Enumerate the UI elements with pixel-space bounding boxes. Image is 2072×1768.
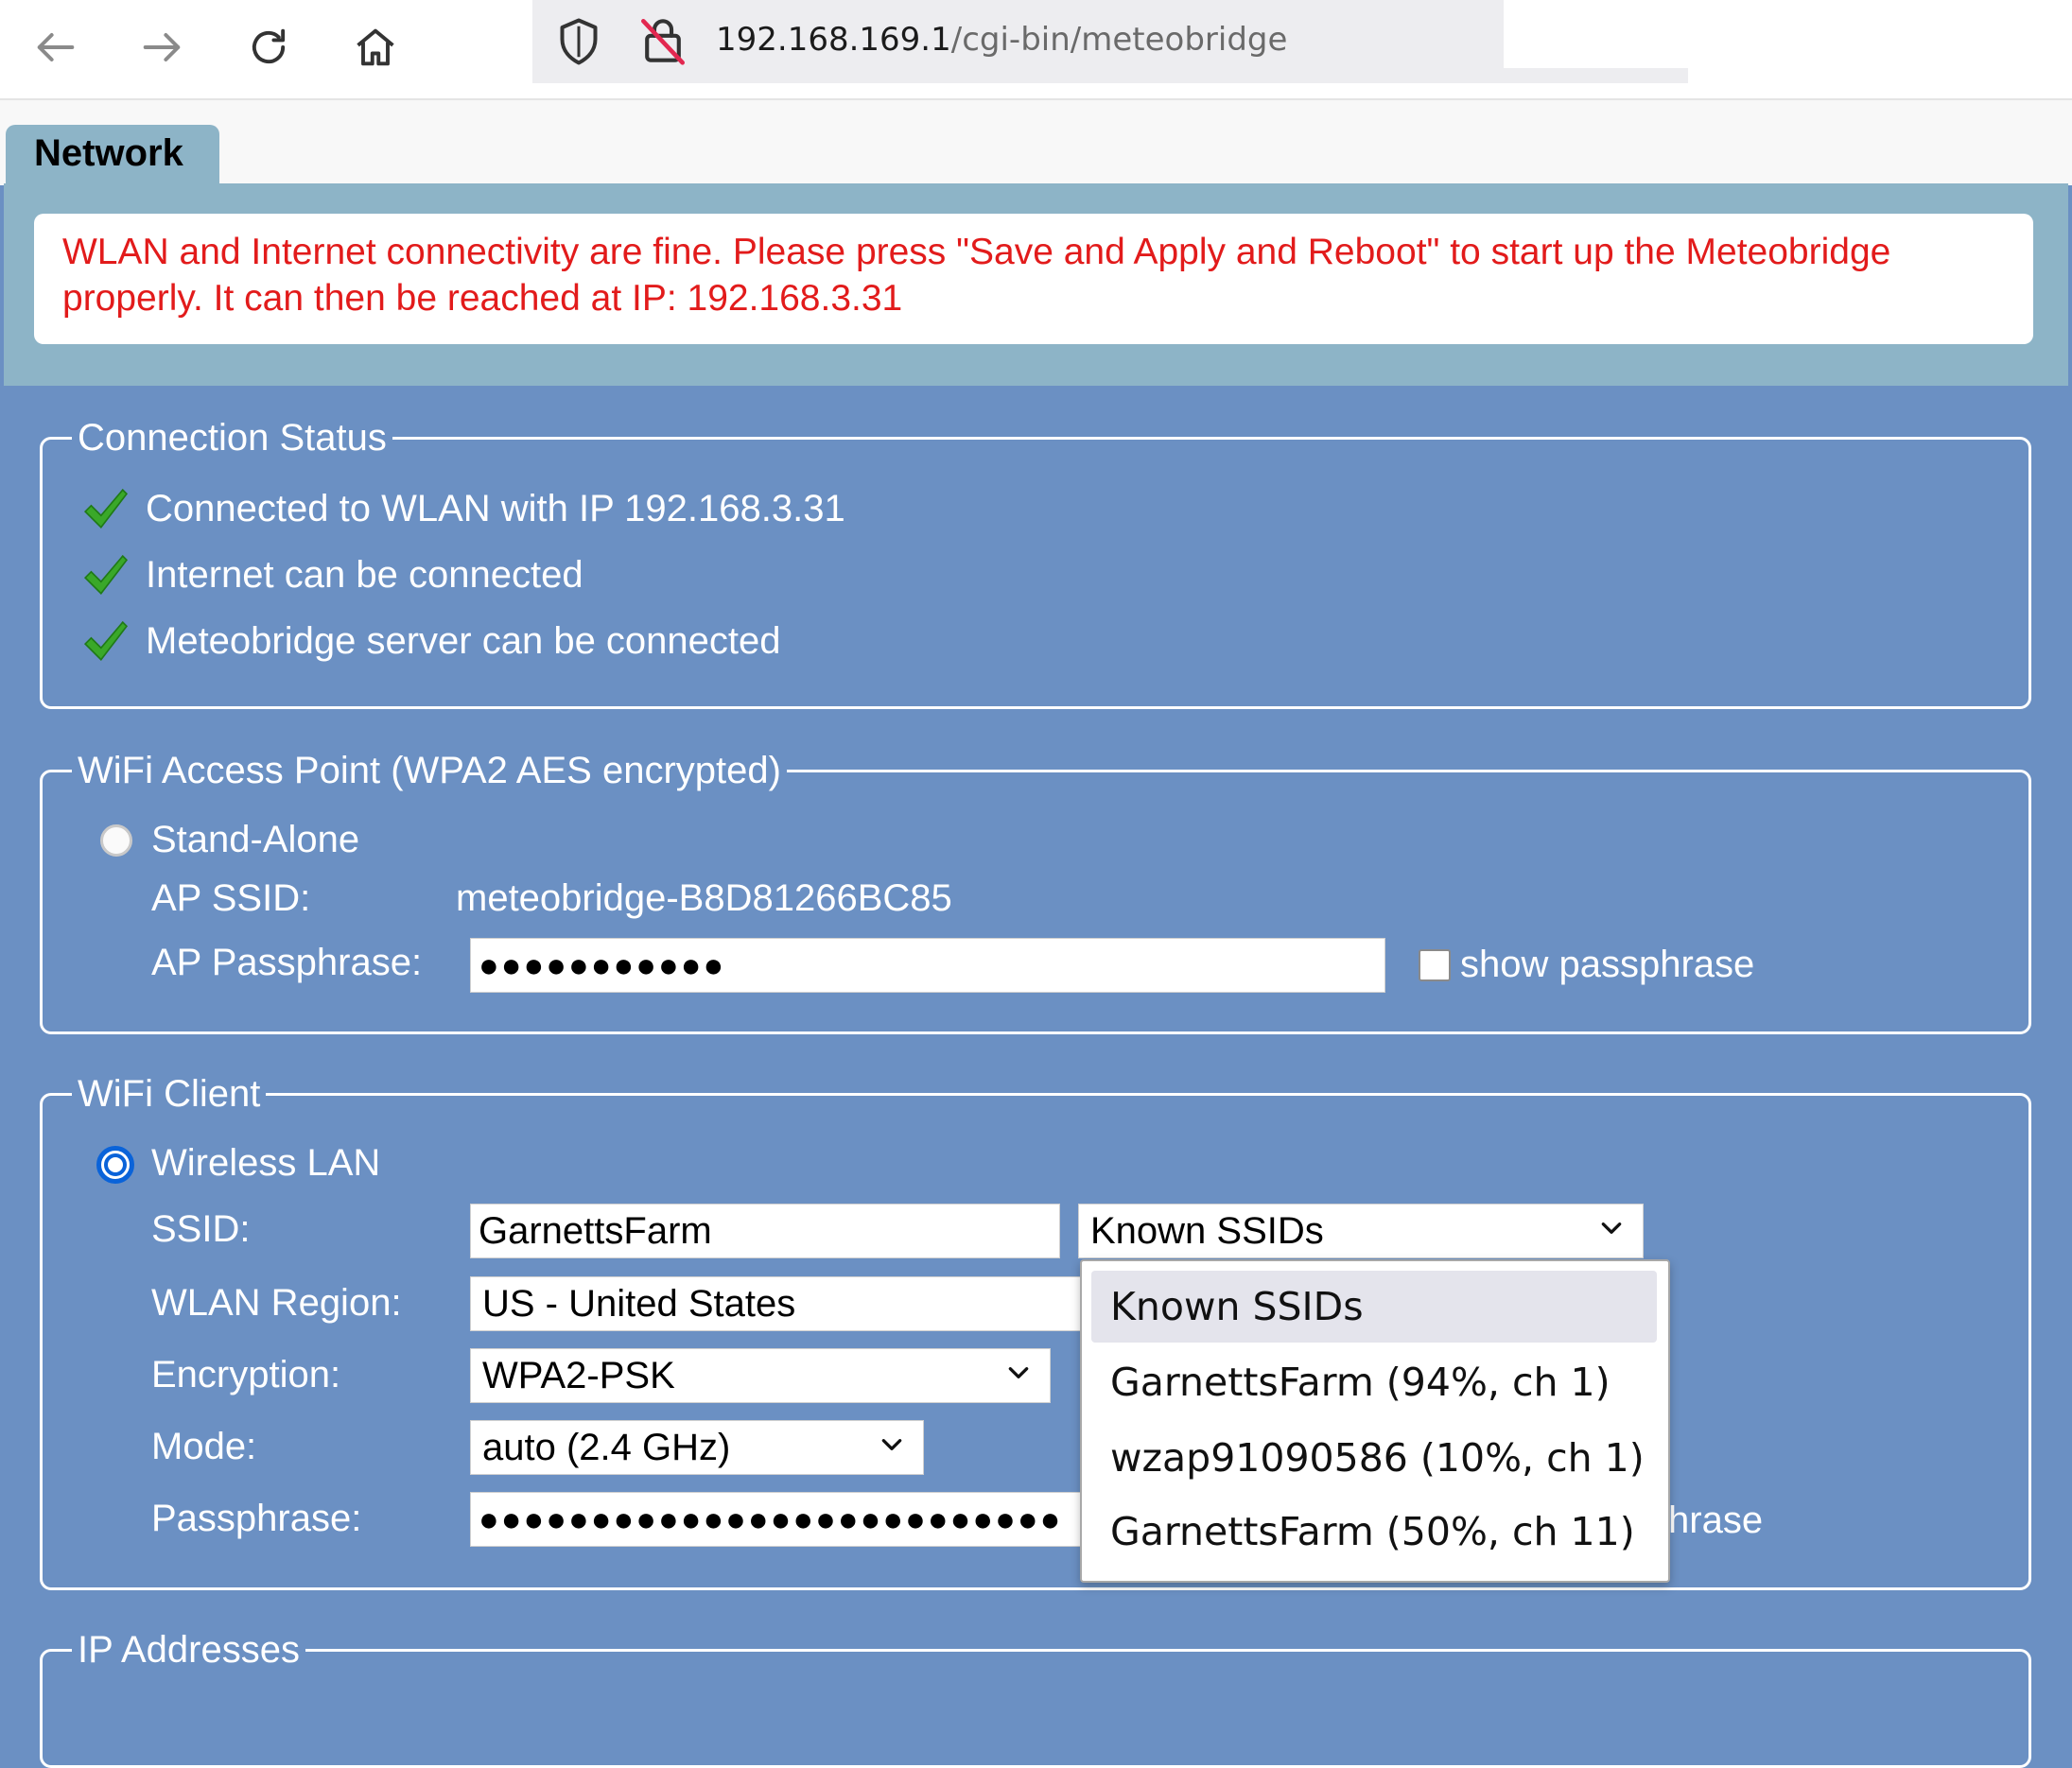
encryption-value: WPA2-PSK bbox=[482, 1354, 675, 1396]
known-ssids-select[interactable]: Known SSIDs bbox=[1078, 1204, 1644, 1258]
reload-icon[interactable] bbox=[230, 13, 307, 81]
ap-passphrase-input[interactable]: ●●●●●●●●●●● bbox=[470, 938, 1385, 993]
ap-ssid-label: AP SSID: bbox=[151, 877, 311, 919]
ip-addresses-legend: IP Addresses bbox=[72, 1628, 305, 1672]
status-item: Connected to WLAN with IP 192.168.3.31 bbox=[146, 488, 845, 529]
ip-addresses-fieldset bbox=[40, 1649, 2031, 1768]
wlan-region-value: US - United States bbox=[482, 1282, 796, 1325]
url-host: 192.168.169.1 bbox=[716, 21, 951, 59]
checkmark-icon bbox=[81, 618, 129, 666]
wlan-region-select[interactable]: US - United States bbox=[470, 1276, 1094, 1331]
alert-message: WLAN and Internet connectivity are fine.… bbox=[62, 232, 1891, 319]
ap-ssid-value: meteobridge-B8D81266BC85 bbox=[456, 877, 952, 919]
ssid-value: GarnettsFarm bbox=[479, 1209, 712, 1252]
ap-passphrase-dots: ●●●●●●●●●●● bbox=[479, 945, 726, 984]
encryption-select[interactable]: WPA2-PSK bbox=[470, 1348, 1051, 1403]
shield-icon[interactable] bbox=[550, 13, 607, 70]
dropdown-option[interactable]: wzap91090586 (10%, ch 1) bbox=[1091, 1422, 1657, 1494]
show-passphrase-label: hrase bbox=[1668, 1499, 1764, 1541]
access-point-legend: WiFi Access Point (WPA2 AES encrypted) bbox=[72, 749, 787, 792]
wifi-client-legend: WiFi Client bbox=[72, 1072, 267, 1116]
access-point-fieldset bbox=[40, 770, 2031, 1034]
standalone-label: Stand-Alone bbox=[151, 819, 360, 860]
status-item: Internet can be connected bbox=[146, 554, 583, 596]
dropdown-option[interactable]: Known SSIDs bbox=[1091, 1271, 1657, 1343]
url-path: /cgi-bin/meteobridge bbox=[950, 21, 1288, 59]
ap-passphrase-label: AP Passphrase: bbox=[151, 942, 423, 983]
chevron-down-icon bbox=[1008, 1367, 1029, 1378]
alert-box: WLAN and Internet connectivity are fine.… bbox=[34, 214, 2033, 344]
encryption-label: Encryption: bbox=[151, 1354, 341, 1395]
home-icon[interactable] bbox=[337, 13, 414, 81]
dropdown-option[interactable]: GarnettsFarm (94%, ch 1) bbox=[1091, 1346, 1657, 1418]
show-ap-passphrase-checkbox[interactable] bbox=[1419, 949, 1451, 981]
connection-status-legend: Connection Status bbox=[72, 416, 392, 459]
status-item: Meteobridge server can be connected bbox=[146, 620, 781, 662]
mode-select[interactable]: auto (2.4 GHz) bbox=[470, 1420, 924, 1475]
forward-icon[interactable] bbox=[123, 13, 200, 81]
wireless-lan-label: Wireless LAN bbox=[151, 1142, 381, 1184]
known-ssids-selected: Known SSIDs bbox=[1090, 1209, 1324, 1252]
ssid-input[interactable]: GarnettsFarm bbox=[470, 1204, 1060, 1258]
passphrase-label: Passphrase: bbox=[151, 1498, 362, 1539]
back-icon[interactable] bbox=[17, 13, 95, 81]
standalone-radio[interactable] bbox=[100, 824, 132, 857]
insecure-lock-icon[interactable] bbox=[634, 11, 692, 70]
tab-network[interactable]: Network bbox=[6, 125, 219, 185]
wireless-lan-radio[interactable] bbox=[96, 1146, 134, 1184]
mode-value: auto (2.4 GHz) bbox=[482, 1426, 731, 1468]
dropdown-option[interactable]: GarnettsFarm (50%, ch 11) bbox=[1091, 1496, 1657, 1568]
tab-network-label: Network bbox=[34, 132, 183, 174]
wlan-region-label: WLAN Region: bbox=[151, 1282, 402, 1324]
checkmark-icon bbox=[81, 486, 129, 533]
url-text[interactable]: 192.168.169.1/cgi-bin/meteobridge bbox=[716, 21, 1287, 59]
tab-strip bbox=[0, 100, 2072, 185]
chevron-down-icon bbox=[1601, 1222, 1622, 1234]
mode-label: Mode: bbox=[151, 1426, 257, 1467]
known-ssids-dropdown: Known SSIDs GarnettsFarm (94%, ch 1) wza… bbox=[1080, 1259, 1670, 1583]
chevron-down-icon bbox=[881, 1439, 902, 1450]
passphrase-input[interactable]: ●●●●●●●●●●●●●●●●●●●●●●●●●● bbox=[470, 1492, 1094, 1547]
url-bar-overlay bbox=[1504, 0, 2072, 68]
show-ap-passphrase-label: show passphrase bbox=[1460, 944, 1755, 985]
passphrase-dots: ●●●●●●●●●●●●●●●●●●●●●●●●●● bbox=[479, 1499, 1063, 1538]
ssid-label: SSID: bbox=[151, 1208, 251, 1250]
checkmark-icon bbox=[81, 552, 129, 599]
